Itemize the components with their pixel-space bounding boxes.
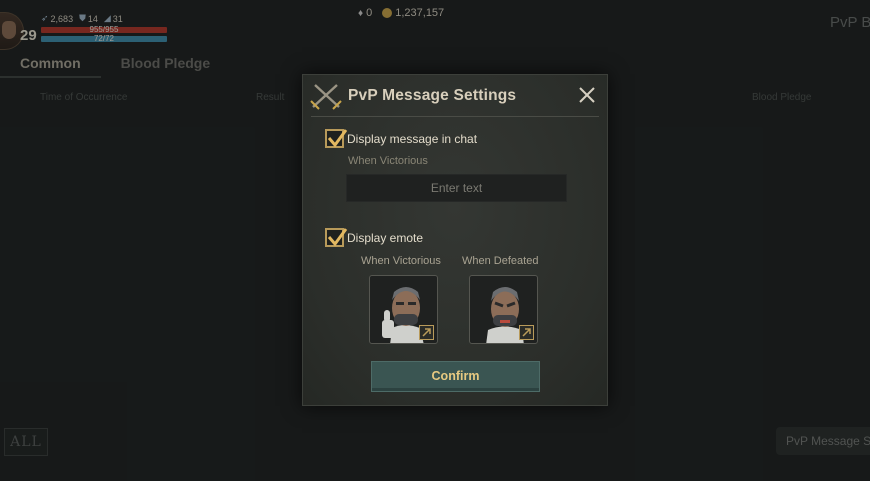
display-emote-option: Display emote xyxy=(325,228,423,247)
edit-emote-icon[interactable] xyxy=(419,325,434,340)
dialog-header: PvP Message Settings xyxy=(303,75,607,115)
emote-defeated-label: When Defeated xyxy=(462,255,539,267)
checkmark-icon xyxy=(327,129,348,148)
pvp-message-settings-dialog: PvP Message Settings Display message in … xyxy=(302,74,608,406)
victorious-message-label: When Victorious xyxy=(348,155,428,167)
dialog-title: PvP Message Settings xyxy=(348,87,517,104)
edit-emote-icon[interactable] xyxy=(519,325,534,340)
defeat-emote-slot[interactable] xyxy=(469,275,538,344)
victory-message-input[interactable] xyxy=(346,174,567,202)
close-icon[interactable] xyxy=(577,85,597,105)
emote-victorious-label: When Victorious xyxy=(361,255,441,267)
crossed-swords-icon xyxy=(310,84,342,110)
checkmark-icon xyxy=(327,228,348,247)
display-emote-label: Display emote xyxy=(347,230,424,245)
confirm-button[interactable]: Confirm xyxy=(371,361,540,392)
header-divider xyxy=(311,116,599,117)
victory-emote-slot[interactable] xyxy=(369,275,438,344)
display-emote-checkbox[interactable] xyxy=(325,228,348,247)
display-chat-checkbox[interactable] xyxy=(325,129,348,148)
display-chat-label: Display message in chat xyxy=(347,131,478,146)
display-chat-option: Display message in chat xyxy=(325,129,477,148)
